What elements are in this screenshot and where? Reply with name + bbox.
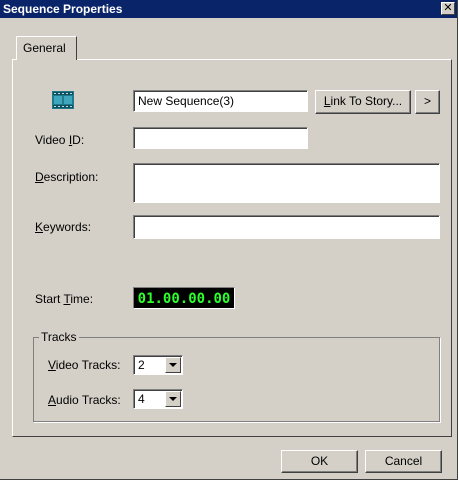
- video-id-label-pre: Video: [35, 133, 69, 147]
- close-button[interactable]: ✕: [441, 2, 455, 15]
- audio-tracks-label: Audio Tracks:: [48, 393, 121, 407]
- link-accel: L: [323, 94, 331, 108]
- tab-general-label: General: [23, 41, 66, 55]
- sequence-name-input[interactable]: New Sequence(3): [133, 90, 308, 112]
- video-tracks-value: 2: [138, 358, 145, 372]
- cancel-button[interactable]: Cancel: [365, 450, 442, 473]
- keywords-label: Keywords:: [35, 220, 91, 234]
- description-input[interactable]: [133, 163, 440, 203]
- keywords-label-accel: K: [35, 220, 44, 234]
- keywords-input[interactable]: [133, 215, 440, 239]
- video-tracks-label-post: ideo Tracks:: [55, 358, 121, 372]
- start-time-label: Start Time:: [35, 292, 93, 306]
- video-tracks-label-accel: V: [48, 358, 56, 372]
- chevron-down-icon[interactable]: [165, 357, 181, 373]
- tracks-legend: Tracks: [39, 330, 79, 344]
- start-time-display[interactable]: 01.00.00.00: [133, 287, 235, 309]
- description-label-post: escription:: [43, 170, 99, 184]
- link-label-rest: ink To Story...: [330, 94, 403, 108]
- video-id-label-post: D:: [72, 133, 85, 147]
- ok-button[interactable]: OK: [281, 450, 358, 473]
- audio-tracks-label-accel: A: [48, 393, 57, 407]
- dialog-window: Sequence Properties ✕ General New Sequen…: [0, 0, 458, 480]
- tracks-groupbox: [33, 337, 440, 422]
- window-title: Sequence Properties: [3, 2, 123, 16]
- keywords-label-post: eywords:: [43, 220, 92, 234]
- film-icon: [52, 91, 74, 109]
- title-bar[interactable]: Sequence Properties ✕: [0, 0, 457, 18]
- video-id-label: Video ID:: [35, 133, 84, 147]
- tab-general[interactable]: General: [16, 36, 77, 60]
- audio-tracks-select[interactable]: 4: [133, 389, 183, 409]
- chevron-down-icon[interactable]: [165, 391, 181, 407]
- description-label-accel: D: [35, 170, 44, 184]
- more-button[interactable]: >: [415, 90, 440, 114]
- video-tracks-select[interactable]: 2: [133, 355, 183, 375]
- link-to-story-button[interactable]: Link To Story...: [315, 90, 411, 114]
- audio-tracks-label-post: udio Tracks:: [56, 393, 121, 407]
- video-tracks-label: Video Tracks:: [48, 358, 121, 372]
- audio-tracks-value: 4: [138, 392, 145, 406]
- description-label: Description:: [35, 170, 98, 184]
- start-time-label-pre: Start: [35, 292, 64, 306]
- video-id-input[interactable]: [133, 127, 308, 149]
- start-time-label-post: ime:: [70, 292, 94, 306]
- close-icon: ✕: [443, 2, 453, 14]
